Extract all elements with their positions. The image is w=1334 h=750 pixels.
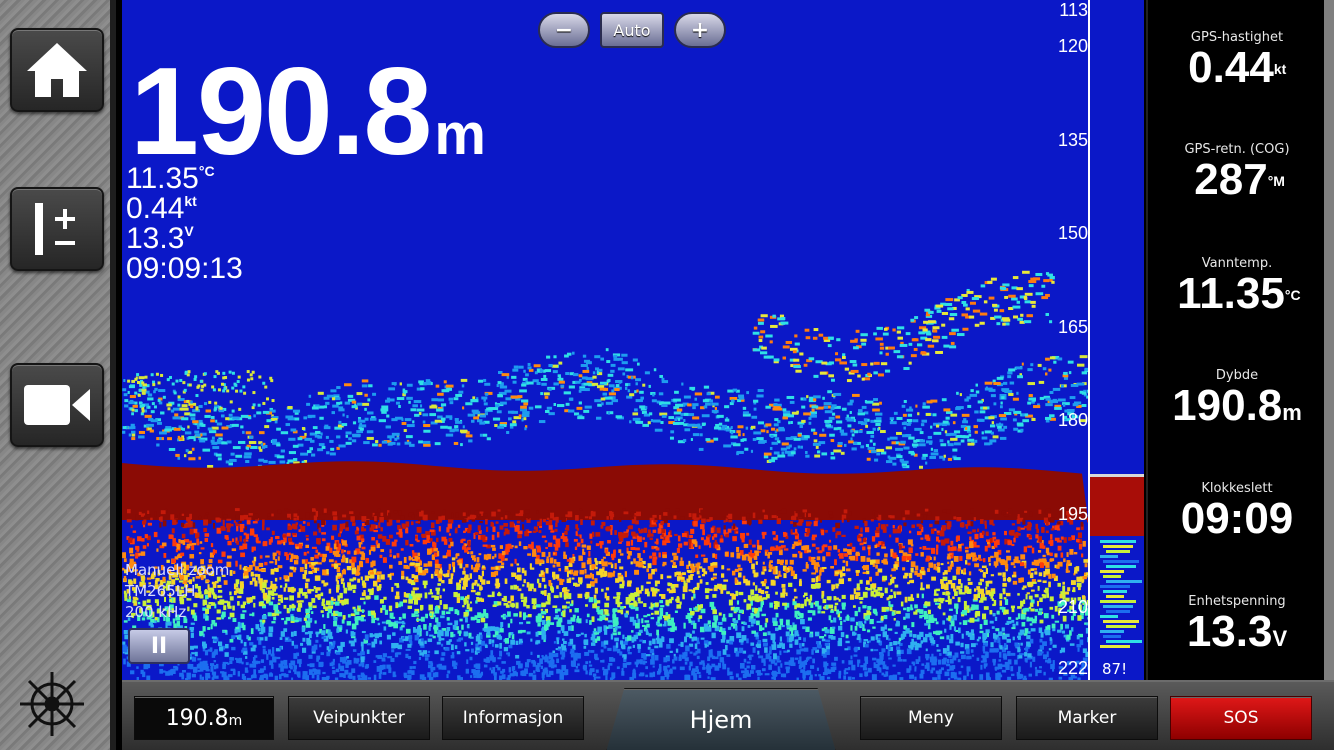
depth-tick: 222	[1057, 658, 1088, 678]
menu-button[interactable]: Meny	[860, 696, 1002, 740]
data-panel: GPS-hastighet 0.44kt GPS-retn. (COG) 287…	[1146, 0, 1324, 680]
zoom-out-button[interactable]: −	[538, 12, 590, 48]
right-edge	[1324, 0, 1334, 680]
voltage-readout: 13.3V	[126, 224, 194, 254]
temperature-value: 11.35	[126, 162, 199, 195]
clock-readout: 09:09:13	[126, 252, 243, 285]
flasher-bar	[1090, 0, 1144, 680]
information-button[interactable]: Informasjon	[442, 696, 584, 740]
frequency-label: 200 kHz	[125, 603, 187, 621]
clock-value: 09:09	[1180, 494, 1294, 543]
depth-data-button[interactable]: 190.8 m	[134, 696, 274, 740]
home-button[interactable]	[10, 28, 104, 112]
gps-cog-unit: °M	[1267, 173, 1285, 189]
marker-button[interactable]: Marker	[1016, 696, 1158, 740]
depth-tick: 135	[1057, 129, 1088, 150]
depth-tick: 120	[1057, 36, 1088, 56]
transducer-label: TM265LH	[125, 582, 196, 600]
water-temp-unit: °C	[1284, 287, 1301, 303]
sonar-info: Manuell zoom TM265LH 200 kHz	[125, 560, 229, 623]
depth-tick: 113	[1059, 0, 1088, 20]
pause-button[interactable]: II	[128, 628, 190, 664]
bottom-bar: 190.8 m Veipunkter Informasjon Hjem Meny …	[122, 680, 1334, 750]
depth-value: 190.8	[1172, 381, 1283, 430]
voltage-value: 13.3	[126, 222, 185, 255]
waypoints-button[interactable]: Veipunkter	[288, 696, 430, 740]
range-button[interactable]	[10, 187, 104, 271]
depth-tick: 210	[1057, 597, 1088, 617]
voltage-field-unit: V	[1272, 626, 1288, 651]
clock-field[interactable]: Klokkeslett 09:09	[1148, 481, 1326, 542]
speed-readout: 0.44kt	[126, 194, 197, 224]
speed-value: 0.44	[126, 192, 185, 225]
depth-tick: 195	[1057, 503, 1088, 524]
home-tab-button[interactable]: Hjem	[606, 688, 836, 750]
depth-tick: 180	[1057, 410, 1088, 430]
left-toolbar	[0, 0, 116, 750]
speed-unit: kt	[184, 193, 197, 209]
video-camera-icon	[24, 385, 90, 425]
temperature-unit: °C	[198, 163, 215, 179]
range-plus-minus-icon	[35, 203, 75, 255]
gps-speed-unit: kt	[1273, 61, 1287, 77]
flasher-label: 87!	[1102, 660, 1128, 678]
depth-field[interactable]: Dybde 190.8m	[1148, 368, 1326, 429]
gps-speed-field[interactable]: GPS-hastighet 0.44kt	[1148, 30, 1326, 91]
gps-speed-value: 0.44	[1188, 43, 1274, 92]
camera-button[interactable]	[10, 363, 104, 447]
depth-unit: m	[1282, 400, 1302, 425]
zoom-controls: − Auto +	[538, 12, 726, 48]
depth-tick: 150	[1057, 223, 1088, 243]
voltage-unit: V	[184, 223, 194, 239]
temperature-readout: 11.35°C	[126, 164, 215, 194]
sos-button[interactable]: SOS	[1170, 696, 1312, 740]
voltage-field-value: 13.3	[1186, 607, 1273, 656]
home-icon	[27, 43, 87, 97]
bottom-depth-unit: m	[228, 713, 243, 729]
zoom-auto-button[interactable]: Auto	[600, 12, 664, 48]
water-temp-value: 11.35	[1177, 269, 1285, 318]
bottom-depth-value: 190.8	[165, 705, 229, 731]
depth-tick: 165	[1057, 316, 1088, 337]
helm-icon[interactable]	[18, 670, 86, 738]
depth-readout-unit: m	[434, 102, 486, 167]
voltage-field[interactable]: Enhetspenning 13.3V	[1148, 594, 1326, 655]
gps-cog-value: 287	[1194, 155, 1268, 204]
water-temp-field[interactable]: Vanntemp. 11.35°C	[1148, 256, 1326, 317]
zoom-in-button[interactable]: +	[674, 12, 726, 48]
gps-cog-field[interactable]: GPS-retn. (COG) 287°M	[1148, 142, 1326, 203]
depth-readout: 190.8m	[130, 50, 486, 174]
depth-readout-value: 190.8	[130, 43, 432, 181]
zoom-mode-label: Manuell zoom	[125, 561, 230, 579]
